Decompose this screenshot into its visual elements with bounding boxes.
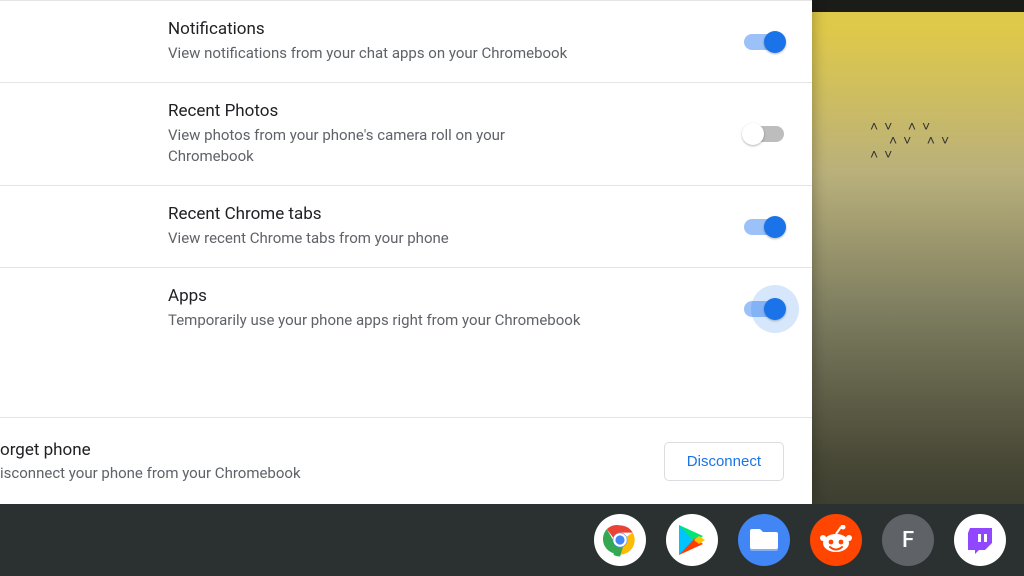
toggle-recent-chrome-tabs[interactable] <box>744 219 784 235</box>
setting-row-notifications: Notifications View notifications from yo… <box>0 0 812 82</box>
twitch-icon[interactable] <box>954 514 1006 566</box>
setting-title: Recent Chrome tabs <box>168 204 714 224</box>
chrome-icon[interactable] <box>594 514 646 566</box>
setting-title: Recent Photos <box>168 101 714 121</box>
shelf: F <box>0 504 1024 576</box>
forget-title: orget phone <box>0 440 664 460</box>
app-letter: F <box>902 528 914 553</box>
toggle-notifications[interactable] <box>744 34 784 50</box>
setting-desc: View recent Chrome tabs from your phone <box>168 228 588 249</box>
setting-desc: View notifications from your chat apps o… <box>168 43 588 64</box>
files-icon[interactable] <box>738 514 790 566</box>
wallpaper-birds: ˄˅ ˄˅ ˄˅ ˄˅˄˅ <box>870 120 955 162</box>
toggle-recent-photos[interactable] <box>744 126 784 142</box>
toggle-apps[interactable] <box>744 301 784 317</box>
setting-desc: View photos from your phone's camera rol… <box>168 125 588 167</box>
reddit-icon[interactable] <box>810 514 862 566</box>
disconnect-button[interactable]: Disconnect <box>664 442 784 481</box>
setting-row-recent-photos: Recent Photos View photos from your phon… <box>0 82 812 185</box>
forget-desc: isconnect your phone from your Chromeboo… <box>0 464 664 482</box>
app-letter-icon[interactable]: F <box>882 514 934 566</box>
setting-row-apps: Apps Temporarily use your phone apps rig… <box>0 267 812 349</box>
settings-list: Notifications View notifications from yo… <box>0 0 812 417</box>
setting-title: Apps <box>168 286 714 306</box>
setting-row-recent-chrome-tabs: Recent Chrome tabs View recent Chrome ta… <box>0 185 812 267</box>
play-store-icon[interactable] <box>666 514 718 566</box>
setting-title: Notifications <box>168 19 714 39</box>
forget-phone-section: orget phone isconnect your phone from yo… <box>0 417 812 504</box>
setting-desc: Temporarily use your phone apps right fr… <box>168 310 588 331</box>
settings-window: Notifications View notifications from yo… <box>0 0 812 504</box>
